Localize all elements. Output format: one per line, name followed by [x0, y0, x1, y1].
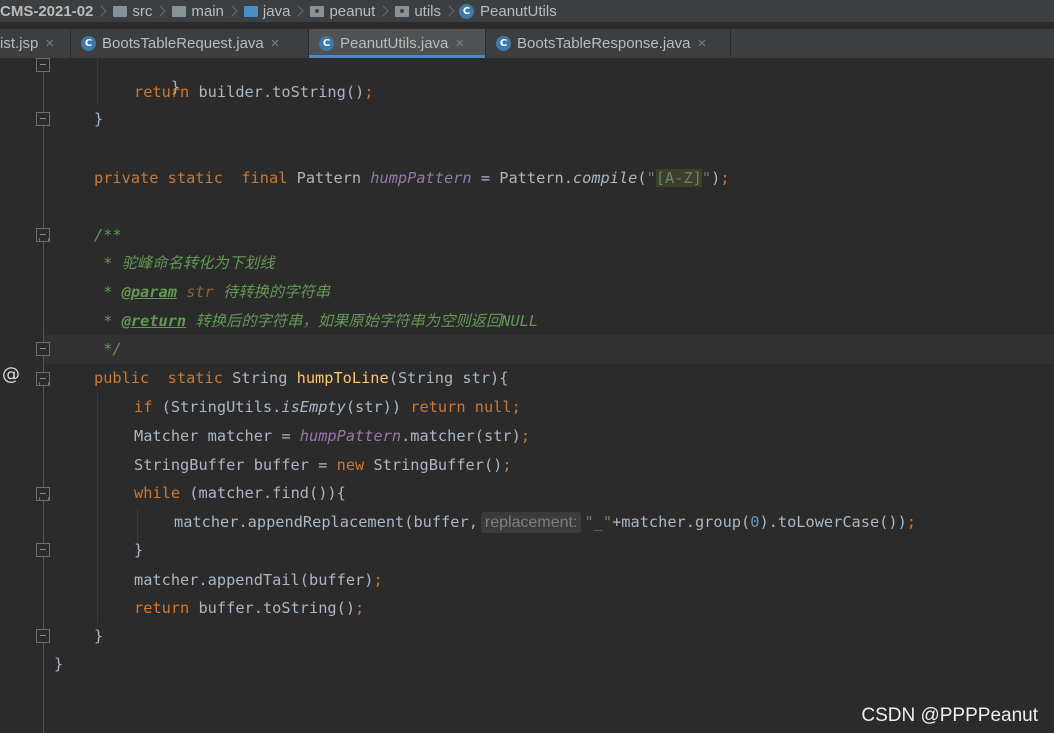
- code-line: }: [94, 627, 104, 645]
- fold-marker[interactable]: [36, 342, 50, 356]
- breadcrumb-label: PeanutUtils: [480, 2, 557, 20]
- class-icon: C: [319, 36, 334, 51]
- class-icon: C: [459, 3, 475, 19]
- editor-tab-bar: ist.jsp × C BootsTableRequest.java × C P…: [0, 29, 1054, 59]
- code-line: matcher.appendReplacement(buffer, replace…: [174, 512, 917, 533]
- method-signature: public static String humpToLine(String s…: [94, 369, 509, 387]
- code-line: }: [54, 655, 64, 673]
- breadcrumb-item-utils[interactable]: utils: [393, 0, 441, 22]
- tab-label: BootsTableResponse.java: [517, 35, 691, 52]
- tab-list-jsp[interactable]: ist.jsp ×: [0, 29, 71, 58]
- code-line: return buffer.toString();: [134, 599, 365, 617]
- breadcrumb-label: java: [262, 2, 291, 20]
- code-line: while (matcher.find()){: [134, 484, 346, 502]
- close-icon[interactable]: ×: [271, 35, 280, 52]
- close-icon[interactable]: ×: [455, 35, 464, 52]
- breadcrumb-item-src[interactable]: src: [111, 0, 152, 22]
- code-editor[interactable]: @ } return builder.toString(); } private…: [0, 58, 1054, 733]
- tab-label: BootsTableRequest.java: [102, 35, 264, 52]
- indent-guide: [97, 393, 98, 623]
- code-line: StringBuffer buffer = new StringBuffer()…: [134, 456, 512, 474]
- folder-icon: [113, 5, 128, 17]
- close-icon[interactable]: ×: [697, 35, 706, 52]
- chevron-right-icon: [377, 5, 389, 17]
- tab-bootstableresponse[interactable]: C BootsTableResponse.java ×: [486, 29, 731, 58]
- fold-marker[interactable]: [36, 629, 50, 643]
- package-icon: [310, 5, 325, 17]
- doc-comment-line: * @param str 待转换的字符串: [94, 283, 331, 301]
- fold-marker[interactable]: [36, 543, 50, 557]
- tab-peanututils[interactable]: C PeanutUtils.java ×: [309, 29, 486, 58]
- breadcrumb-label: utils: [414, 2, 442, 20]
- breadcrumb-item-java[interactable]: java: [242, 0, 291, 22]
- tab-label: ist.jsp: [0, 35, 39, 52]
- package-icon: [395, 5, 410, 17]
- class-icon: C: [81, 36, 96, 51]
- code-line: if (StringUtils.isEmpty(str)) return nul…: [134, 398, 521, 416]
- chevron-right-icon: [154, 5, 167, 17]
- folder-icon: [172, 5, 187, 17]
- implements-method-icon[interactable]: @: [2, 364, 20, 385]
- tab-bootstablerequest[interactable]: C BootsTableRequest.java ×: [71, 29, 309, 58]
- chevron-right-icon: [292, 5, 305, 17]
- watermark: CSDN @PPPPeanut: [861, 705, 1038, 726]
- code-line: }: [134, 541, 144, 559]
- breadcrumb-label: main: [191, 2, 224, 20]
- close-icon[interactable]: ×: [45, 35, 54, 52]
- chevron-right-icon: [226, 5, 238, 17]
- breadcrumb-project[interactable]: CMS-2021-02: [0, 0, 93, 22]
- indent-guide: [97, 58, 98, 105]
- doc-comment-line: * @return 转换后的字符串，如果原始字符串为空则返回NULL: [94, 312, 539, 330]
- fold-marker[interactable]: [36, 58, 50, 72]
- code-line: Matcher matcher = humpPattern.matcher(st…: [134, 427, 531, 445]
- code-line: private static final Pattern humpPattern…: [94, 169, 730, 187]
- breadcrumb: CMS-2021-02 src main java peanut utils C…: [0, 0, 1054, 22]
- doc-comment-line: * 驼峰命名转化为下划线: [94, 254, 275, 272]
- fold-marker[interactable]: [36, 487, 50, 501]
- fold-marker[interactable]: [36, 112, 50, 126]
- code-line: }: [170, 78, 181, 96]
- class-icon: C: [496, 36, 511, 51]
- tab-label: PeanutUtils.java: [340, 35, 449, 52]
- fold-marker[interactable]: [36, 372, 50, 386]
- breadcrumb-item-peanut[interactable]: peanut: [308, 0, 375, 22]
- parameter-hint: replacement:: [480, 512, 582, 533]
- doc-comment-line: /**: [94, 226, 122, 244]
- breadcrumb-item-main[interactable]: main: [170, 0, 224, 22]
- code-line: }: [94, 110, 104, 128]
- breadcrumb-label: peanut: [329, 2, 376, 20]
- breadcrumb-item-peanututils[interactable]: C PeanutUtils: [459, 0, 557, 22]
- code-line: matcher.appendTail(buffer);: [134, 571, 383, 589]
- fold-marker[interactable]: [36, 228, 50, 242]
- source-folder-icon: [243, 5, 258, 17]
- code-line: return builder.toString();: [134, 83, 374, 101]
- doc-comment-line: */: [94, 340, 122, 358]
- chevron-right-icon: [95, 5, 108, 17]
- caret-line-highlight: [44, 335, 1054, 364]
- chevron-right-icon: [443, 5, 455, 17]
- breadcrumb-label: src: [132, 2, 153, 20]
